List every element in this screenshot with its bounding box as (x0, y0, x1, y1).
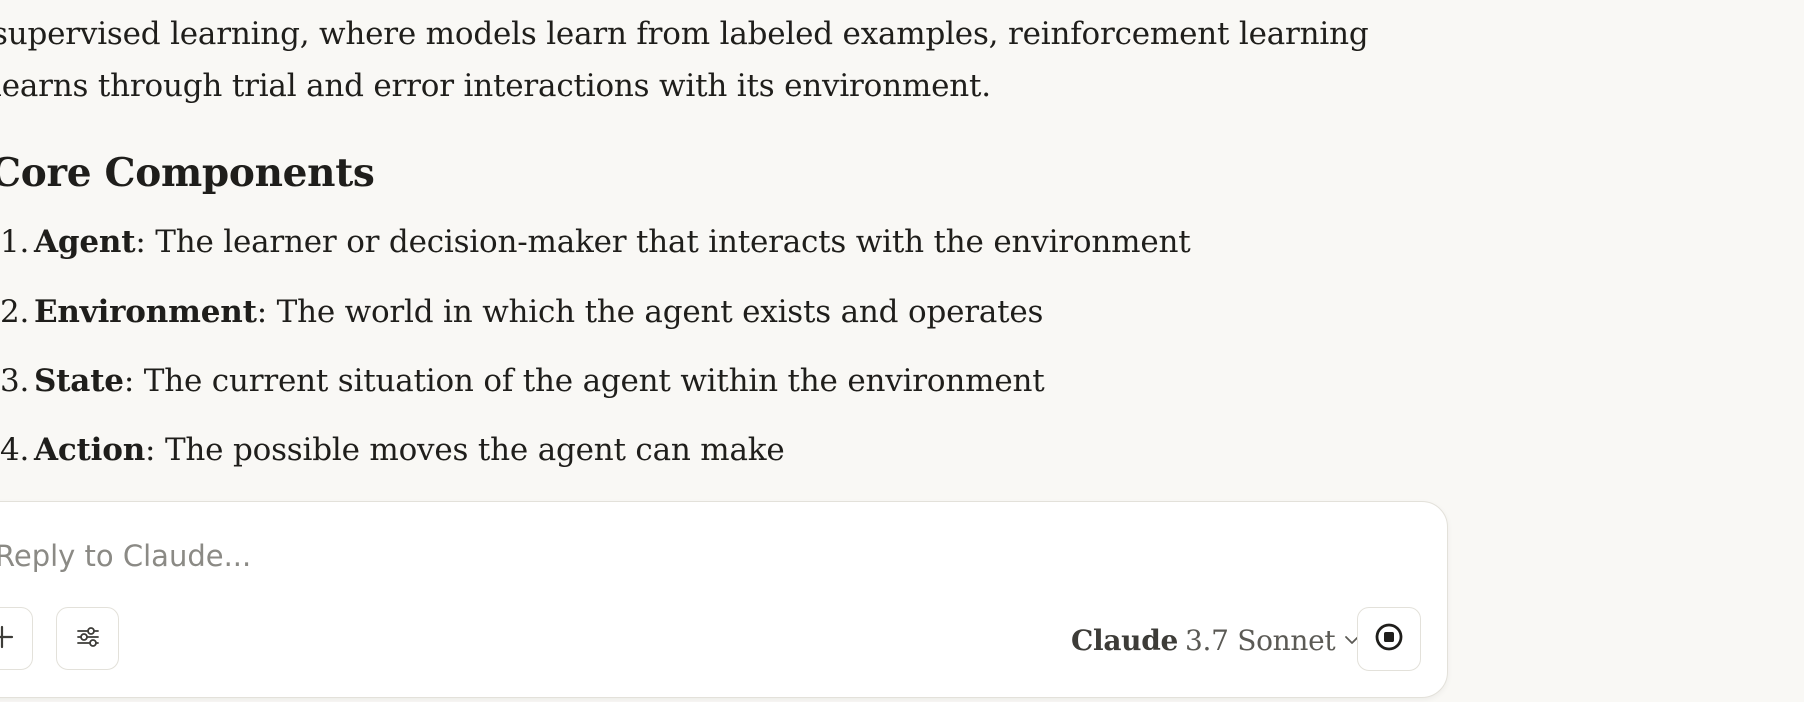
list-number: 4. (0, 432, 30, 468)
paragraph-line: learns through trial and error interacti… (0, 68, 991, 104)
list-number: 3. (0, 363, 30, 399)
list-description: : The learner or decision-maker that int… (135, 224, 1191, 260)
list-item: 2. Environment: The world in which the ag… (0, 286, 1043, 338)
plus-icon (0, 624, 15, 654)
list-term: Environment (34, 294, 257, 330)
paragraph-line: supervised learning, where models learn … (0, 16, 1369, 52)
list-description: : The world in which the agent exists an… (256, 294, 1044, 330)
model-brand: Claude (1071, 623, 1179, 657)
section-heading: Core Components (0, 150, 375, 196)
list-number: 1. (0, 224, 30, 260)
add-attachment-button[interactable] (0, 607, 33, 670)
list-item: 4. Action: The possible moves the agent c… (0, 424, 785, 476)
stop-icon (1373, 621, 1405, 657)
model-selector[interactable]: Claude 3.7 Sonnet (1071, 619, 1361, 661)
reply-input[interactable] (0, 532, 1295, 580)
model-version: 3.7 Sonnet (1185, 623, 1336, 657)
list-description: : The possible moves the agent can make (145, 432, 785, 468)
list-item: 3. State: The current situation of the ag… (0, 355, 1045, 407)
list-number: 2. (0, 294, 30, 330)
stop-generation-button[interactable] (1357, 607, 1421, 671)
list-description: : The current situation of the agent wit… (123, 363, 1045, 399)
sliders-icon (74, 623, 102, 655)
list-term: Agent (34, 224, 136, 260)
list-item: 1. Agent: The learner or decision-maker t… (0, 216, 1191, 268)
list-term: Action (34, 432, 146, 468)
list-term: State (34, 363, 124, 399)
tools-settings-button[interactable] (56, 607, 119, 670)
reply-composer: Claude 3.7 Sonnet (0, 501, 1448, 698)
